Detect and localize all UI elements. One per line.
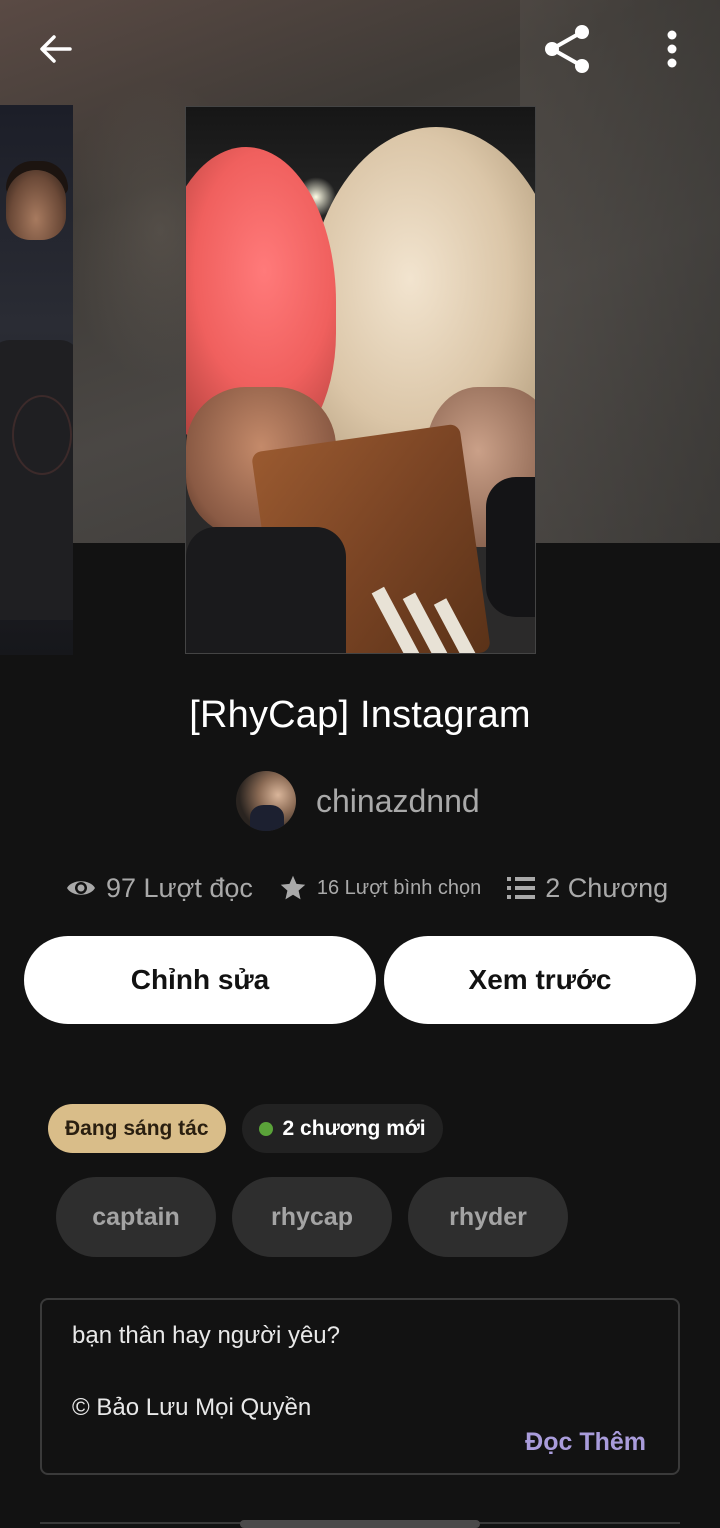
more-vertical-icon	[667, 30, 677, 68]
arrow-left-icon	[40, 35, 72, 63]
share-button[interactable]	[538, 20, 598, 78]
reads-stat: 97 Lượt đọc	[66, 873, 253, 904]
story-title: [RhyCap] Instagram	[189, 694, 531, 736]
new-chapters-badge: 2 chương mới	[241, 1104, 443, 1153]
chapters-count: 2 Chương	[545, 872, 669, 903]
story-stats: 97 Lượt đọc 16 Lượt bình chọn 2 Chương	[66, 866, 668, 910]
story-cover-image	[185, 106, 536, 654]
scroll-indicator	[240, 1520, 480, 1528]
status-badge: Đang sáng tác	[48, 1104, 226, 1153]
tag-chip[interactable]: captain	[56, 1177, 216, 1257]
top-toolbar	[0, 0, 720, 100]
star-icon	[280, 875, 306, 900]
more-options-button[interactable]	[650, 24, 694, 74]
tag-chip[interactable]: rhyder	[408, 1177, 568, 1257]
edit-button[interactable]: Chỉnh sửa	[24, 936, 376, 1024]
author-name[interactable]: chinazdnnd	[316, 783, 480, 820]
green-dot-icon	[258, 1121, 273, 1136]
previous-story-cover[interactable]	[0, 105, 73, 655]
new-chapters-label: 2 chương mới	[282, 1116, 426, 1140]
chapters-stat: 2 Chương	[507, 873, 668, 904]
read-more-link[interactable]: Đọc Thêm	[525, 1428, 646, 1457]
reads-count: 97 Lượt đọc	[106, 872, 253, 903]
list-icon	[507, 877, 536, 899]
eye-icon	[67, 881, 95, 895]
description-line: bạn thân hay người yêu?	[72, 1322, 340, 1349]
description-box: bạn thân hay người yêu? © Bảo Lưu Mọi Qu…	[40, 1298, 680, 1475]
copyright-line: © Bảo Lưu Mọi Quyền	[72, 1394, 312, 1421]
share-icon	[545, 25, 589, 73]
author-avatar[interactable]	[236, 771, 296, 831]
status-badges: Đang sáng tác 2 chương mới	[48, 1104, 443, 1153]
back-button[interactable]	[28, 24, 84, 74]
author-row[interactable]: chinazdnnd	[236, 771, 480, 831]
votes-stat: 16 Lượt bình chọn	[279, 874, 481, 902]
tag-chip[interactable]: rhycap	[232, 1177, 392, 1257]
preview-button[interactable]: Xem trước	[384, 936, 696, 1024]
votes-count: 16 Lượt bình chọn	[316, 876, 482, 899]
tag-list: captain rhycap rhyder	[56, 1177, 568, 1257]
